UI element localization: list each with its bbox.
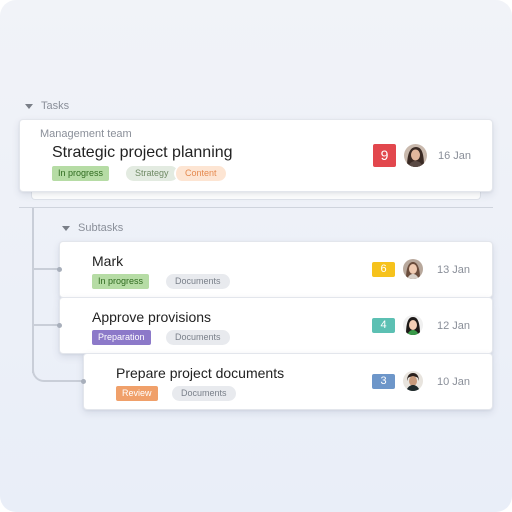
- status-badge[interactable]: Preparation: [92, 330, 151, 345]
- app-frame: Tasks Management team Strategic project …: [0, 0, 512, 512]
- subtask-card[interactable]: Approve provisions Preparation Documents…: [59, 297, 493, 354]
- status-badge[interactable]: Review: [116, 386, 158, 401]
- tree-branch: [32, 324, 60, 326]
- avatar[interactable]: [403, 259, 423, 279]
- divider: [19, 207, 493, 208]
- count-badge: 6: [372, 262, 395, 277]
- tag-documents[interactable]: Documents: [172, 386, 236, 401]
- team-label: Management team: [40, 128, 132, 140]
- avatar[interactable]: [404, 144, 427, 167]
- subtask-card[interactable]: Mark In progress Documents 6 13 Jan: [59, 241, 493, 298]
- connector-dot: [57, 323, 62, 328]
- tree-branch: [32, 268, 60, 270]
- avatar[interactable]: [403, 315, 423, 335]
- subtasks-section-label: Subtasks: [78, 222, 124, 234]
- tree-line: [32, 208, 34, 373]
- task-title: Strategic project planning: [52, 144, 233, 161]
- collapse-triangle-icon[interactable]: [62, 225, 70, 231]
- due-date: 13 Jan: [437, 264, 471, 276]
- tag-content[interactable]: Content: [174, 166, 226, 181]
- subtasks-section-header[interactable]: Subtasks: [62, 222, 123, 234]
- due-date: 10 Jan: [437, 376, 471, 388]
- count-badge: 3: [372, 374, 395, 389]
- collapse-triangle-icon[interactable]: [25, 103, 33, 109]
- tag-documents[interactable]: Documents: [166, 274, 230, 289]
- connector-dot: [81, 379, 86, 384]
- task-title: Approve provisions: [92, 309, 212, 325]
- task-title: Prepare project documents: [116, 365, 285, 381]
- connector-dot: [57, 267, 62, 272]
- tag-strategy[interactable]: Strategy: [126, 166, 178, 181]
- due-date: 12 Jan: [437, 320, 471, 332]
- tree-branch: [32, 358, 84, 382]
- subtask-card[interactable]: Prepare project documents Review Documen…: [83, 353, 493, 410]
- status-badge[interactable]: In progress: [52, 166, 110, 181]
- due-date: 16 Jan: [438, 150, 472, 162]
- tasks-section-header[interactable]: Tasks: [25, 100, 69, 112]
- task-title: Mark: [92, 253, 124, 269]
- avatar[interactable]: [403, 371, 423, 391]
- main-task-card[interactable]: Management team Strategic project planni…: [19, 119, 493, 192]
- count-badge: 9: [373, 144, 396, 167]
- status-badge[interactable]: In progress: [92, 274, 150, 289]
- tasks-section-label: Tasks: [41, 100, 70, 112]
- count-badge: 4: [372, 318, 395, 333]
- tag-documents[interactable]: Documents: [166, 330, 230, 345]
